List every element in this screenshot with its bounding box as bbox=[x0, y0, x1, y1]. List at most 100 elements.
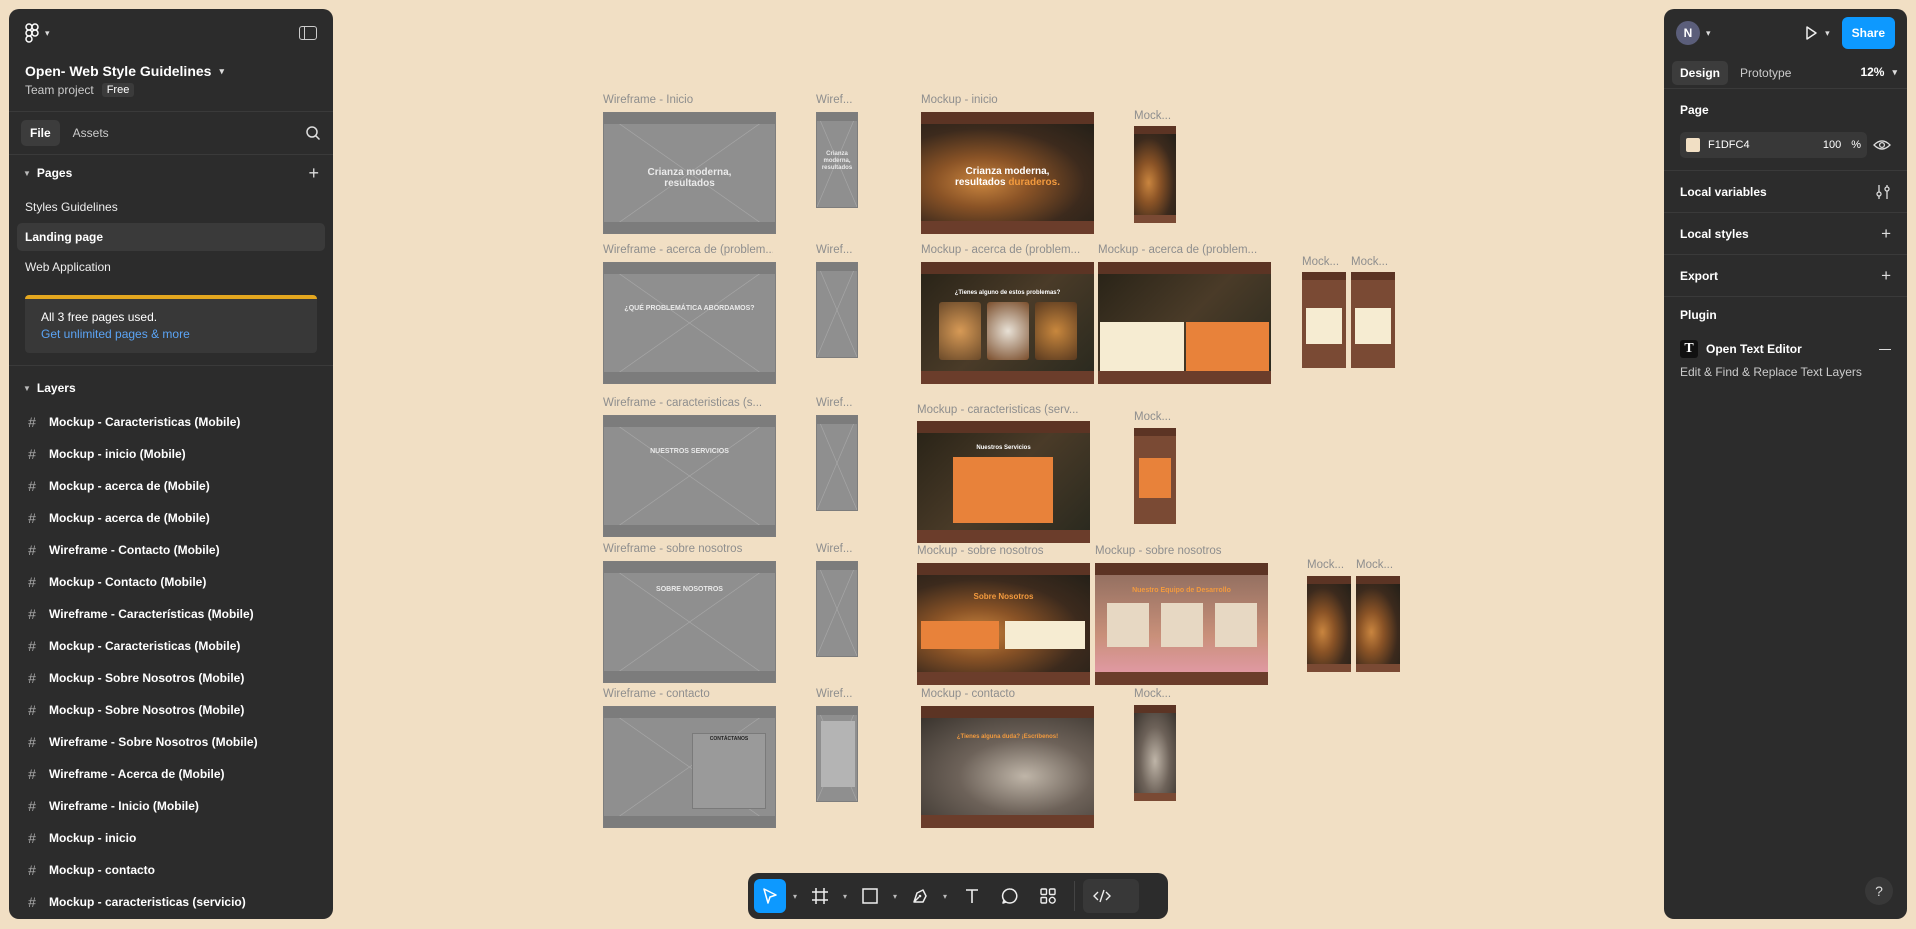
layer-item[interactable]: # Wireframe - Inicio (Mobile) bbox=[9, 790, 333, 822]
help-button[interactable]: ? bbox=[1865, 877, 1893, 905]
layer-item[interactable]: # Mockup - Caracteristicas (Mobile) bbox=[9, 630, 333, 662]
layer-item[interactable]: # Mockup - caracteristicas (servicio) bbox=[9, 886, 333, 918]
layer-item[interactable]: # Mockup - contacto bbox=[9, 854, 333, 886]
frame-mockup-caracteristicas-mobile[interactable] bbox=[1134, 428, 1176, 524]
frame-label[interactable]: Wiref... bbox=[816, 397, 860, 409]
tab-assets[interactable]: Assets bbox=[64, 120, 118, 146]
layer-item[interactable]: # Mockup - Sobre Nosotros (Mobile) bbox=[9, 694, 333, 726]
page-color-field[interactable]: F1DFC4 100 % bbox=[1680, 132, 1867, 158]
move-tool-button[interactable] bbox=[754, 879, 786, 913]
avatar[interactable]: N bbox=[1676, 21, 1700, 45]
actions-tool-button[interactable] bbox=[1030, 879, 1066, 913]
layers-section-header[interactable]: ▼ Layers bbox=[9, 370, 333, 406]
frame-label[interactable]: Wireframe - caracteristicas (s... bbox=[603, 397, 773, 409]
frame-label[interactable]: Wiref... bbox=[816, 543, 860, 555]
frame-label[interactable]: Mock... bbox=[1302, 256, 1346, 268]
page-color-hex[interactable]: F1DFC4 bbox=[1708, 139, 1750, 151]
page-opacity-value[interactable]: 100 bbox=[1823, 139, 1841, 151]
chevron-down-icon[interactable]: ▾ bbox=[938, 892, 952, 901]
toggle-sidebar-icon[interactable] bbox=[299, 26, 317, 40]
chevron-down-icon[interactable]: ▾ bbox=[888, 892, 902, 901]
frame-label[interactable]: Wiref... bbox=[816, 94, 860, 106]
color-swatch[interactable] bbox=[1686, 138, 1700, 152]
tab-design[interactable]: Design bbox=[1672, 60, 1729, 85]
plugin-item[interactable]: T Open Text Editor bbox=[1680, 333, 1891, 365]
frame-mockup-sobre[interactable]: Sobre Nosotros bbox=[917, 563, 1090, 685]
frame-label[interactable]: Mockup - inicio bbox=[921, 94, 998, 106]
frame-label[interactable]: Mock... bbox=[1134, 110, 1178, 122]
layer-item[interactable]: # Wireframe - Acerca de (Mobile) bbox=[9, 758, 333, 790]
frame-label[interactable]: Mockup - acerca de (problem... bbox=[921, 244, 1089, 256]
frame-wireframe-caracteristicas[interactable]: NUESTROS SERVICIOS bbox=[603, 415, 776, 537]
eye-icon[interactable] bbox=[1873, 138, 1891, 152]
play-icon[interactable] bbox=[1803, 25, 1819, 41]
frame-label[interactable]: Mock... bbox=[1134, 688, 1178, 700]
frame-mockup-acerca-2[interactable] bbox=[1098, 262, 1271, 384]
layer-item[interactable]: # Mockup - acerca de (Mobile) bbox=[9, 470, 333, 502]
frame-label[interactable]: Mock... bbox=[1351, 256, 1395, 268]
frame-tool-button[interactable] bbox=[804, 879, 836, 913]
pen-tool-button[interactable] bbox=[904, 879, 936, 913]
frame-label[interactable]: Wiref... bbox=[816, 688, 860, 700]
frame-label[interactable]: Mock... bbox=[1356, 559, 1400, 571]
collapse-icon[interactable] bbox=[1879, 348, 1891, 350]
frame-wireframe-contacto[interactable]: CONTÁCTANOS bbox=[603, 706, 776, 828]
frame-label[interactable]: Wireframe - Inicio bbox=[603, 94, 693, 106]
frame-label[interactable]: Mockup - caracteristicas (serv... bbox=[917, 404, 1089, 416]
layer-item[interactable]: # Mockup - Sobre Nosotros (Mobile) bbox=[9, 662, 333, 694]
frame-mockup-sobre-mobile-1[interactable] bbox=[1307, 576, 1351, 672]
shape-tool-button[interactable] bbox=[854, 879, 886, 913]
page-item-styles-guidelines[interactable]: Styles Guidelines bbox=[17, 193, 325, 221]
zoom-dropdown[interactable]: 12% ▾ bbox=[1860, 65, 1897, 79]
frame-wireframe-acerca-mobile[interactable] bbox=[816, 262, 858, 358]
project-title[interactable]: Open- Web Style Guidelines ▾ bbox=[9, 57, 333, 79]
tab-prototype[interactable]: Prototype bbox=[1732, 61, 1799, 85]
local-variables-row[interactable]: Local variables bbox=[1680, 171, 1891, 212]
page-item-landing-page[interactable]: Landing page bbox=[17, 223, 325, 251]
frame-mockup-contacto-mobile[interactable] bbox=[1134, 705, 1176, 801]
pages-section-header[interactable]: ▼ Pages + bbox=[9, 155, 333, 191]
frame-mockup-acerca-mobile-2[interactable] bbox=[1351, 272, 1395, 368]
frame-wireframe-sobre-mobile[interactable] bbox=[816, 561, 858, 657]
user-menu[interactable]: N ▾ bbox=[1676, 21, 1711, 45]
frame-mockup-sobre-mobile-2[interactable] bbox=[1356, 576, 1400, 672]
layer-item[interactable]: # Mockup - acerca de (Mobile) bbox=[9, 502, 333, 534]
share-button[interactable]: Share bbox=[1841, 17, 1895, 49]
frame-mockup-acerca-mobile-1[interactable] bbox=[1302, 272, 1346, 368]
frame-label[interactable]: Mockup - sobre nosotros bbox=[917, 545, 1089, 557]
frame-wireframe-acerca[interactable]: ¿QUÉ PROBLEMÁTICA ABORDAMOS? bbox=[603, 262, 776, 384]
frame-wireframe-inicio-mobile[interactable]: Crianza moderna, resultados bbox=[816, 112, 858, 208]
variables-settings-icon[interactable] bbox=[1875, 184, 1891, 200]
text-tool-button[interactable] bbox=[954, 879, 990, 913]
frame-mockup-acerca[interactable]: ¿Tienes alguno de estos problemas? bbox=[921, 262, 1094, 384]
frame-label[interactable]: Mockup - contacto bbox=[921, 688, 1091, 700]
main-menu-button[interactable]: ▾ bbox=[25, 23, 50, 43]
frame-label[interactable]: Wiref... bbox=[816, 244, 860, 256]
chevron-down-icon[interactable]: ▾ bbox=[838, 892, 852, 901]
frame-wireframe-inicio[interactable]: Crianza moderna, resultados bbox=[603, 112, 776, 234]
layer-item[interactable]: # Wireframe - Sobre Nosotros (Mobile) bbox=[9, 726, 333, 758]
chevron-down-icon[interactable]: ▾ bbox=[788, 892, 802, 901]
chevron-down-icon[interactable]: ▾ bbox=[1825, 28, 1830, 39]
frame-wireframe-sobre[interactable]: SOBRE NOSOTROS bbox=[603, 561, 776, 683]
search-icon[interactable] bbox=[305, 125, 321, 141]
layer-item[interactable]: # Wireframe - Contacto (Mobile) bbox=[9, 534, 333, 566]
frame-label[interactable]: Mockup - acerca de (problem... bbox=[1098, 244, 1266, 256]
frame-label[interactable]: Wireframe - contacto bbox=[603, 688, 773, 700]
frame-mockup-inicio[interactable]: Crianza moderna, resultados duraderos. bbox=[921, 112, 1094, 234]
comment-tool-button[interactable] bbox=[992, 879, 1028, 913]
frame-label[interactable]: Wireframe - sobre nosotros bbox=[603, 543, 773, 555]
frame-label[interactable]: Mock... bbox=[1307, 559, 1351, 571]
layer-item[interactable]: # Mockup - inicio bbox=[9, 822, 333, 854]
tab-file[interactable]: File bbox=[21, 120, 60, 146]
layer-item[interactable]: # Wireframe - Características (Mobile) bbox=[9, 598, 333, 630]
page-item-web-application[interactable]: Web Application bbox=[17, 253, 325, 281]
frame-label[interactable]: Mock... bbox=[1134, 411, 1178, 423]
layer-item[interactable]: # Mockup - Contacto (Mobile) bbox=[9, 566, 333, 598]
add-export-icon[interactable]: + bbox=[1881, 266, 1891, 286]
frame-mockup-sobre-2[interactable]: Nuestro Equipo de Desarrollo bbox=[1095, 563, 1268, 685]
frame-mockup-caracteristicas[interactable]: Nuestros Servicios bbox=[917, 421, 1090, 543]
upgrade-link[interactable]: Get unlimited pages & more bbox=[41, 326, 301, 343]
frame-label[interactable]: Wireframe - acerca de (problem... bbox=[603, 244, 773, 256]
dev-mode-toggle[interactable] bbox=[1083, 879, 1139, 913]
